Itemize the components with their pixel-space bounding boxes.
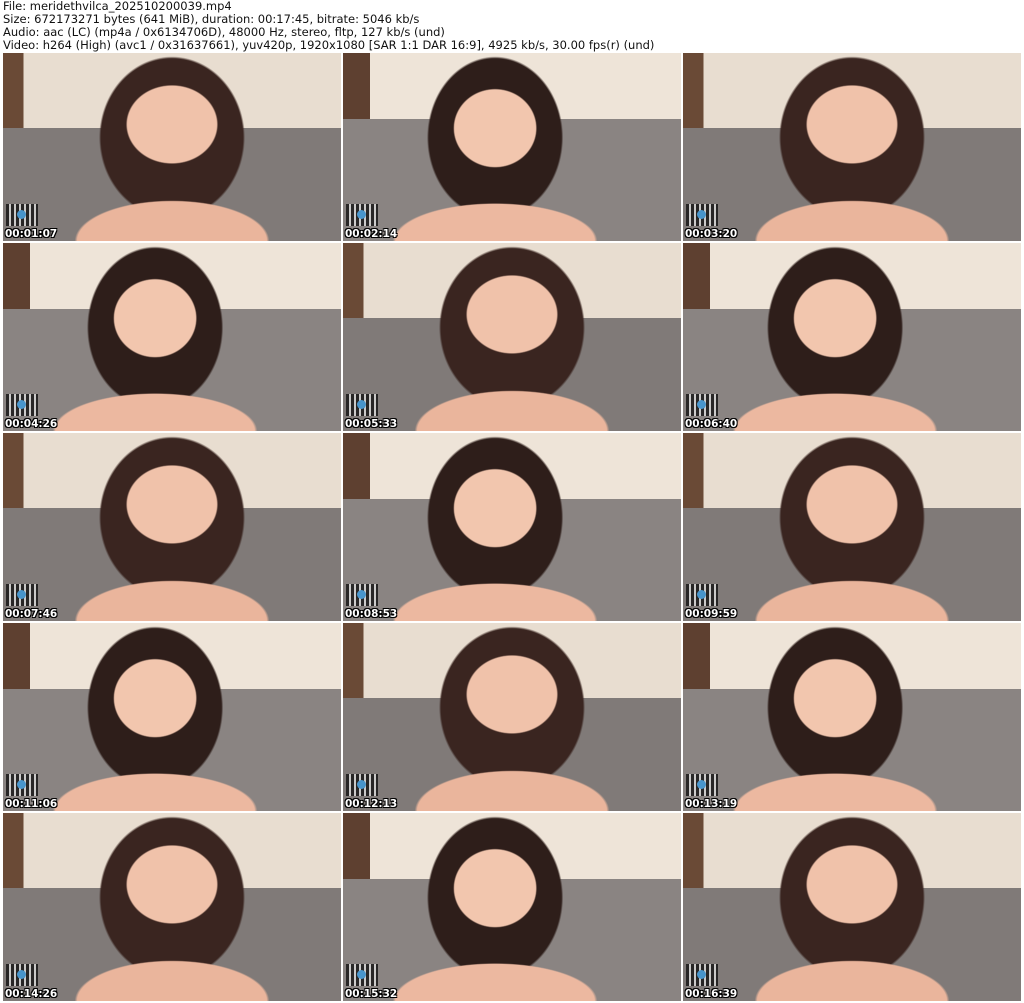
qr-code-icon [6, 204, 38, 226]
thumbnail-timestamp: 00:02:14 [345, 228, 398, 240]
qr-code-icon [346, 964, 378, 986]
qr-code-icon [6, 584, 38, 606]
video-thumbnail: 00:13:19 [683, 623, 1021, 811]
video-thumbnail: 00:16:39 [683, 813, 1021, 1001]
qr-code-icon [686, 584, 718, 606]
thumbnail-timestamp: 00:13:19 [685, 798, 738, 810]
qr-code-icon [6, 964, 38, 986]
file-info-header: File: meridethvilca_202510200039.mp4 Siz… [3, 0, 654, 52]
qr-code-icon [686, 204, 718, 226]
qr-code-icon [346, 204, 378, 226]
qr-code-icon [346, 394, 378, 416]
video-thumbnail: 00:08:53 [343, 433, 681, 621]
qr-code-icon [686, 394, 718, 416]
thumbnail-timestamp: 00:01:07 [5, 228, 58, 240]
qr-code-icon [6, 774, 38, 796]
video-thumbnail: 00:05:33 [343, 243, 681, 431]
qr-code-icon [686, 774, 718, 796]
video-info: Video: h264 (High) (avc1 / 0x31637661), … [3, 38, 655, 52]
video-thumbnail: 00:12:13 [343, 623, 681, 811]
thumbnail-timestamp: 00:15:32 [345, 988, 398, 1000]
thumbnail-timestamp: 00:06:40 [685, 418, 738, 430]
thumbnail-grid: 00:01:07 00:02:14 00:03:20 00:04:26 00:05:33… [3, 53, 1021, 1001]
thumbnail-timestamp: 00:03:20 [685, 228, 738, 240]
video-thumbnail: 00:11:06 [3, 623, 341, 811]
video-thumbnail: 00:02:14 [343, 53, 681, 241]
thumbnail-timestamp: 00:05:33 [345, 418, 398, 430]
video-thumbnail: 00:14:26 [3, 813, 341, 1001]
qr-code-icon [6, 394, 38, 416]
qr-code-icon [686, 964, 718, 986]
video-thumbnail: 00:07:46 [3, 433, 341, 621]
video-thumbnail: 00:03:20 [683, 53, 1021, 241]
video-thumbnail: 00:01:07 [3, 53, 341, 241]
thumbnail-timestamp: 00:08:53 [345, 608, 398, 620]
thumbnail-timestamp: 00:14:26 [5, 988, 58, 1000]
thumbnail-timestamp: 00:09:59 [685, 608, 738, 620]
video-thumbnail: 00:04:26 [3, 243, 341, 431]
thumbnail-timestamp: 00:12:13 [345, 798, 398, 810]
qr-code-icon [346, 774, 378, 796]
video-thumbnail: 00:06:40 [683, 243, 1021, 431]
video-thumbnail: 00:09:59 [683, 433, 1021, 621]
thumbnail-timestamp: 00:16:39 [685, 988, 738, 1000]
video-thumbnail: 00:15:32 [343, 813, 681, 1001]
thumbnail-timestamp: 00:04:26 [5, 418, 58, 430]
thumbnail-timestamp: 00:07:46 [5, 608, 58, 620]
qr-code-icon [346, 584, 378, 606]
thumbnail-timestamp: 00:11:06 [5, 798, 58, 810]
